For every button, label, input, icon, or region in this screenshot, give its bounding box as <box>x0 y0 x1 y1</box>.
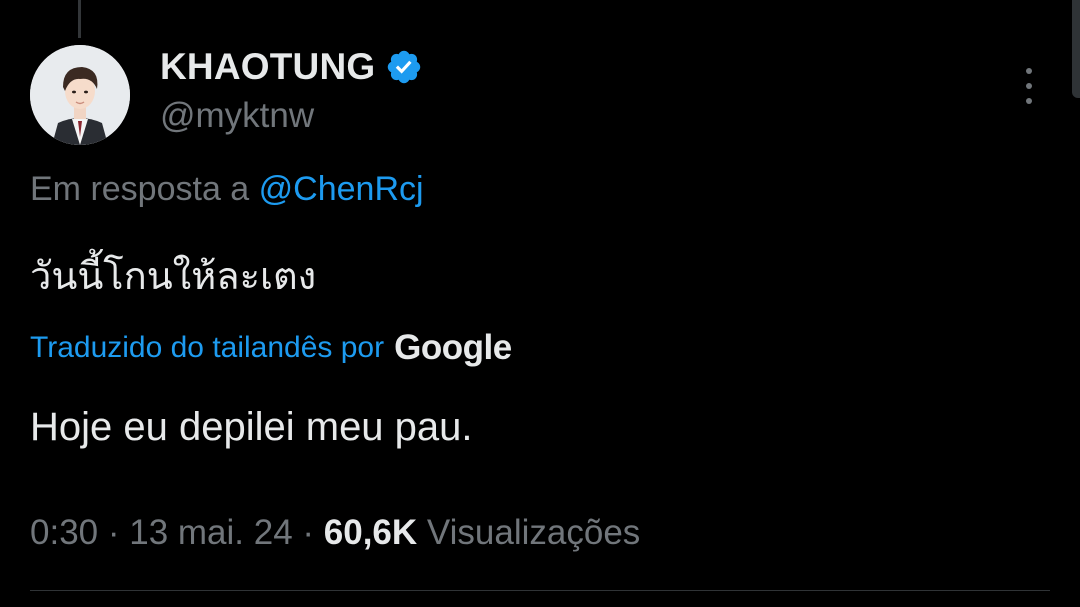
scrollbar[interactable] <box>1072 0 1080 98</box>
tweet-time[interactable]: 0:30 <box>30 513 98 552</box>
verified-badge-icon[interactable] <box>385 48 423 86</box>
tweet-date[interactable]: 13 mai. 24 <box>129 513 292 552</box>
meta-separator: · <box>292 513 324 552</box>
author-block: KHAOTUNG @myktnw <box>160 44 423 136</box>
reply-mention-link[interactable]: @ChenRcj <box>259 170 424 208</box>
views-count[interactable]: 60,6K <box>324 513 417 552</box>
translation-attribution: Traduzido do tailandês por Google <box>30 328 512 368</box>
reply-context: Em resposta a @ChenRcj <box>30 170 424 209</box>
more-dot <box>1026 68 1032 74</box>
divider <box>30 590 1050 591</box>
meta-separator: · <box>98 513 130 552</box>
avatar[interactable] <box>30 45 130 145</box>
google-logo: Google <box>394 328 512 367</box>
more-dot <box>1026 83 1032 89</box>
views-label: Visualizações <box>417 513 641 552</box>
author-handle[interactable]: @myktnw <box>160 96 423 136</box>
reply-prefix: Em resposta a <box>30 170 259 208</box>
more-dot <box>1026 98 1032 104</box>
tweet-meta: 0:30 · 13 mai. 24 · 60,6K Visualizações <box>30 513 640 553</box>
display-name[interactable]: KHAOTUNG <box>160 46 375 88</box>
translated-text: Hoje eu depilei meu pau. <box>30 405 473 449</box>
avatar-photo-icon <box>30 45 130 145</box>
translation-label[interactable]: Traduzido do tailandês por <box>30 331 384 365</box>
name-row: KHAOTUNG <box>160 44 423 90</box>
more-vertical-icon[interactable] <box>1014 66 1044 106</box>
tweet-text: วันนี้โกนให้ละเตง <box>30 254 317 298</box>
thread-connector-line <box>78 0 81 38</box>
